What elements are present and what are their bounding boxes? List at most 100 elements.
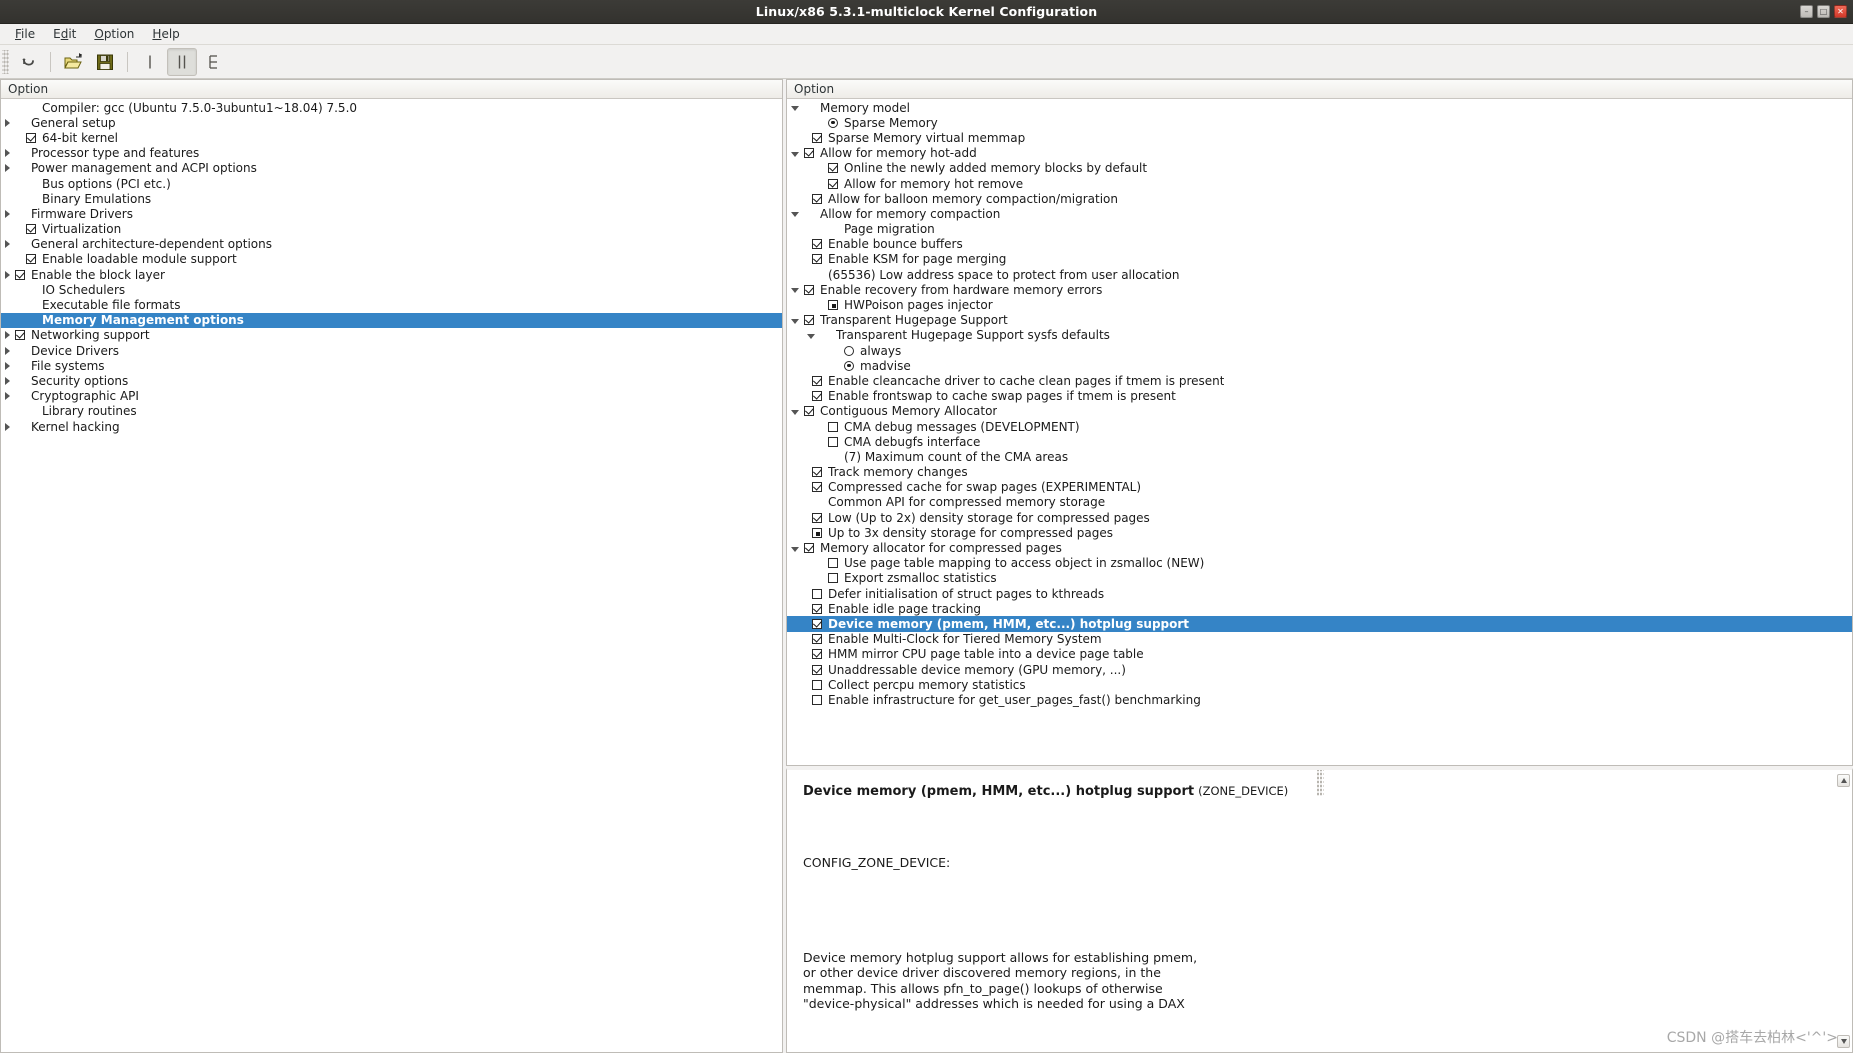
tree-row[interactable]: File systems [1, 358, 782, 373]
tree-row[interactable]: Bus options (PCI etc.) [1, 176, 782, 191]
save-button[interactable] [90, 48, 120, 76]
chevron-down-icon[interactable] [791, 409, 799, 415]
checkbox-checked-icon[interactable] [804, 284, 814, 295]
tree-row[interactable]: Enable the block layer [1, 267, 782, 282]
checkbox-checked-icon[interactable] [812, 391, 822, 402]
tree-row[interactable]: Transparent Hugepage Support sysfs defau… [787, 328, 1852, 343]
tree-row[interactable]: Binary Emulations [1, 191, 782, 206]
back-button[interactable] [13, 48, 43, 76]
chevron-right-icon[interactable] [5, 118, 10, 127]
tree-row[interactable]: Sparse Memory virtual memmap [787, 130, 1852, 145]
tree-row[interactable]: Allow for memory compaction [787, 206, 1852, 221]
tree-row[interactable]: Enable frontswap to cache swap pages if … [787, 389, 1852, 404]
tree-row[interactable]: Sparse Memory [787, 115, 1852, 130]
chevron-right-icon[interactable] [5, 164, 10, 173]
chevron-down-icon[interactable] [791, 288, 799, 294]
tree-row[interactable]: Firmware Drivers [1, 206, 782, 221]
tree-row[interactable]: Processor type and features [1, 146, 782, 161]
menu-option[interactable]: Option [85, 25, 143, 44]
tree-row[interactable]: Library routines [1, 404, 782, 419]
checkbox-checked-icon[interactable] [26, 224, 36, 235]
checkbox-checked-icon[interactable] [26, 254, 36, 265]
checkbox-checked-icon[interactable] [15, 330, 25, 341]
checkbox-checked-icon[interactable] [812, 664, 822, 675]
tree-row[interactable]: Virtualization [1, 222, 782, 237]
left-option-tree[interactable]: Compiler: gcc (Ubuntu 7.5.0-3ubuntu1~18.… [1, 99, 782, 1052]
checkbox-checked-icon[interactable] [812, 603, 822, 614]
tree-row[interactable]: Track memory changes [787, 465, 1852, 480]
chevron-right-icon[interactable] [5, 392, 10, 401]
tree-row[interactable]: Collect percpu memory statistics [787, 677, 1852, 692]
tree-row[interactable]: Security options [1, 373, 782, 388]
minimize-button[interactable]: – [1800, 5, 1813, 18]
split-view-button[interactable] [167, 47, 197, 76]
single-view-button[interactable] [135, 48, 165, 76]
tree-row[interactable]: Up to 3x density storage for compressed … [787, 525, 1852, 540]
checkbox-module-icon[interactable] [828, 300, 838, 311]
checkbox-checked-icon[interactable] [804, 406, 814, 417]
chevron-down-icon[interactable] [791, 151, 799, 157]
checkbox-unchecked-icon[interactable] [812, 694, 822, 705]
radio-selected-icon[interactable] [844, 360, 854, 371]
checkbox-checked-icon[interactable] [812, 467, 822, 478]
tree-row[interactable]: Low (Up to 2x) density storage for compr… [787, 510, 1852, 525]
checkbox-unchecked-icon[interactable] [828, 573, 838, 584]
tree-row[interactable]: Memory allocator for compressed pages [787, 540, 1852, 555]
chevron-down-icon[interactable] [791, 106, 799, 112]
tree-row[interactable]: Compiler: gcc (Ubuntu 7.5.0-3ubuntu1~18.… [1, 100, 782, 115]
checkbox-unchecked-icon[interactable] [828, 436, 838, 447]
close-button[interactable]: ✕ [1834, 5, 1847, 18]
tree-row[interactable]: Networking support [1, 328, 782, 343]
checkbox-checked-icon[interactable] [828, 178, 838, 189]
tree-row[interactable]: Use page table mapping to access object … [787, 556, 1852, 571]
tree-row[interactable]: Page migration [787, 222, 1852, 237]
checkbox-checked-icon[interactable] [804, 315, 814, 326]
tree-row[interactable]: Allow for memory hot-add [787, 146, 1852, 161]
tree-row[interactable]: always [787, 343, 1852, 358]
tree-row[interactable]: Enable idle page tracking [787, 601, 1852, 616]
checkbox-checked-icon[interactable] [828, 163, 838, 174]
checkbox-checked-icon[interactable] [804, 543, 814, 554]
help-scroll-up-button[interactable] [1837, 774, 1850, 787]
checkbox-checked-icon[interactable] [812, 634, 822, 645]
tree-row[interactable]: Cryptographic API [1, 389, 782, 404]
tree-row[interactable]: IO Schedulers [1, 282, 782, 297]
tree-row[interactable]: Device Drivers [1, 343, 782, 358]
tree-row[interactable]: CMA debugfs interface [787, 434, 1852, 449]
tree-row[interactable]: Enable bounce buffers [787, 237, 1852, 252]
tree-row[interactable]: Kernel hacking [1, 419, 782, 434]
checkbox-checked-icon[interactable] [812, 512, 822, 523]
chevron-right-icon[interactable] [5, 422, 10, 431]
tree-row[interactable]: Defer initialisation of struct pages to … [787, 586, 1852, 601]
tree-row[interactable]: 64-bit kernel [1, 130, 782, 145]
tree-row[interactable]: (65536) Low address space to protect fro… [787, 267, 1852, 282]
checkbox-checked-icon[interactable] [26, 132, 36, 143]
tree-row[interactable]: Enable recovery from hardware memory err… [787, 282, 1852, 297]
checkbox-checked-icon[interactable] [804, 148, 814, 159]
checkbox-checked-icon[interactable] [812, 482, 822, 493]
radio-unselected-icon[interactable] [844, 345, 854, 356]
chevron-right-icon[interactable] [5, 149, 10, 158]
tree-row[interactable]: Memory model [787, 100, 1852, 115]
chevron-down-icon[interactable] [791, 546, 799, 552]
tree-row[interactable]: Allow for balloon memory compaction/migr… [787, 191, 1852, 206]
right-option-tree[interactable]: Memory model Sparse Memory Sparse Memory v… [787, 99, 1852, 765]
tree-row[interactable]: Power management and ACPI options [1, 161, 782, 176]
checkbox-checked-icon[interactable] [15, 269, 25, 280]
checkbox-unchecked-icon[interactable] [812, 588, 822, 599]
chevron-right-icon[interactable] [5, 361, 10, 370]
tree-row[interactable]: Enable Multi-Clock for Tiered Memory Sys… [787, 632, 1852, 647]
tree-row[interactable]: Executable file formats [1, 297, 782, 312]
tree-row[interactable]: General architecture-dependent options [1, 237, 782, 252]
tree-row[interactable]: HWPoison pages injector [787, 297, 1852, 312]
checkbox-unchecked-icon[interactable] [828, 558, 838, 569]
tree-row[interactable]: Enable KSM for page merging [787, 252, 1852, 267]
maximize-button[interactable]: □ [1817, 5, 1830, 18]
checkbox-checked-icon[interactable] [812, 193, 822, 204]
chevron-down-icon[interactable] [791, 318, 799, 324]
tree-row[interactable]: HMM mirror CPU page table into a device … [787, 647, 1852, 662]
tree-row[interactable]: Enable loadable module support [1, 252, 782, 267]
tree-row[interactable]: CMA debug messages (DEVELOPMENT) [787, 419, 1852, 434]
checkbox-checked-icon[interactable] [812, 375, 822, 386]
load-button[interactable] [58, 48, 88, 76]
